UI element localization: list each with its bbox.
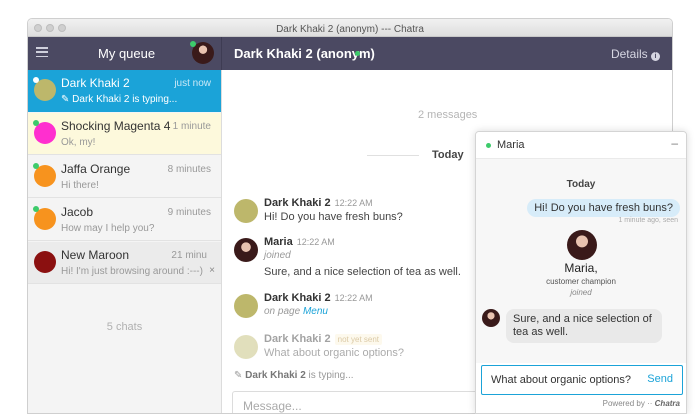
chat-name: Jacob — [61, 205, 94, 219]
chat-widget: Maria – Today Hi! Do you have fresh buns… — [475, 131, 687, 414]
chat-name: New Maroon — [61, 248, 130, 262]
online-dot — [33, 120, 39, 126]
widget-header: Maria – — [476, 132, 686, 159]
chat-preview: Ok, my! — [61, 137, 96, 148]
close-chat-icon[interactable]: × — [209, 265, 215, 276]
chat-list-item[interactable]: Dark Khaki 2 just now ✎ Dark Khaki 2 is … — [28, 70, 221, 112]
chat-time: 9 minutes — [167, 207, 211, 218]
typing-indicator: ✎ Dark Khaki 2 is typing... — [234, 370, 354, 381]
title-bar: Dark Khaki 2 (anonym) --- Chatra — [28, 19, 672, 37]
message-count: 2 messages — [418, 109, 478, 121]
chat-preview: How may I help you? — [61, 223, 155, 234]
window-title: Dark Khaki 2 (anonym) --- Chatra — [276, 24, 424, 35]
widget-input-value: What about organic options? — [491, 374, 632, 386]
visitor-avatar — [34, 251, 56, 273]
details-button[interactable]: Details i — [611, 47, 660, 61]
system-note: joined — [264, 250, 291, 261]
today-separator: Today — [432, 149, 464, 161]
agent-message-bubble: Sure, and a nice selection of tea as wel… — [506, 309, 662, 343]
agent-joined-note: joined — [570, 288, 592, 297]
visitor-online-dot — [355, 51, 360, 56]
online-dot — [33, 206, 39, 212]
agent-avatar — [567, 230, 597, 260]
close-window-button[interactable] — [34, 24, 42, 32]
agent-role: customer champion — [546, 277, 616, 286]
divider — [367, 155, 419, 156]
info-icon: i — [651, 52, 660, 61]
queue-title: My queue — [98, 46, 156, 61]
menu-icon[interactable] — [36, 47, 48, 58]
visitor-message-bubble: Hi! Do you have fresh buns? — [527, 199, 680, 217]
page-visit-note: on page Menu — [264, 306, 328, 317]
visitor-avatar — [234, 199, 258, 223]
agent-name: Maria, — [564, 261, 598, 275]
message-input[interactable]: Message... — [232, 391, 482, 413]
message-author: Dark Khaki 2 12:22 AM — [264, 292, 373, 304]
queue-header: My queue — [28, 37, 222, 70]
agent-online-dot — [486, 143, 491, 148]
chat-time: just now — [174, 78, 211, 89]
minimize-widget-button[interactable]: – — [671, 136, 678, 150]
widget-message-input[interactable]: What about organic options? Send — [481, 365, 683, 395]
chat-preview: ✎ Dark Khaki 2 is typing... — [61, 94, 178, 105]
app-header: My queue Dark Khaki 2 (anonym) Details i — [28, 37, 672, 70]
chat-preview: Hi! I'm just browsing around :---) — [61, 266, 203, 277]
today-separator: Today — [566, 179, 596, 190]
online-dot — [33, 77, 39, 83]
zoom-window-button[interactable] — [58, 24, 66, 32]
chat-time: 21 minu — [171, 250, 207, 261]
message-author: Dark Khaki 2 12:22 AM — [264, 197, 373, 209]
chat-title: Dark Khaki 2 (anonym) — [234, 46, 375, 61]
details-label: Details — [610, 47, 648, 61]
message-text: Hi! Do you have fresh buns? — [264, 211, 403, 223]
message-author: Maria 12:22 AM — [264, 236, 335, 248]
chat-time: 8 minutes — [167, 164, 211, 175]
minimize-window-button[interactable] — [46, 24, 54, 32]
visitor-avatar — [234, 294, 258, 318]
chat-name: Dark Khaki 2 — [61, 76, 130, 90]
online-dot — [33, 163, 39, 169]
send-button[interactable]: Send — [647, 373, 673, 385]
chat-time: 1 minute — [172, 121, 211, 132]
powered-by: Powered by ·· Chatra — [602, 399, 680, 408]
message-author: Dark Khaki 2 not yet sent — [264, 333, 383, 345]
chat-preview: Hi there! — [61, 180, 99, 191]
agent-avatar-small — [482, 309, 500, 327]
chat-list-item[interactable]: Jacob 9 minutes How may I help you? — [28, 199, 221, 241]
message-text: What about organic options? — [264, 347, 405, 359]
chat-list-item[interactable]: Shocking Magenta 4 1 minute Ok, my! — [28, 113, 221, 155]
message-text: Sure, and a nice selection of tea as wel… — [264, 266, 461, 278]
visitor-avatar — [234, 335, 258, 359]
online-status-dot — [190, 41, 196, 47]
chats-count: 5 chats — [106, 321, 143, 333]
chat-list-item[interactable]: New Maroon 21 minu Hi! I'm just browsing… — [28, 242, 221, 284]
page-link[interactable]: Menu — [303, 306, 328, 317]
chat-name: Jaffa Orange — [61, 162, 131, 176]
chat-list-item[interactable]: Jaffa Orange 8 minutes Hi there! — [28, 156, 221, 198]
message-meta: 1 minute ago, seen — [618, 217, 678, 224]
agent-avatar — [234, 238, 258, 262]
chat-name: Shocking Magenta 4 — [61, 119, 171, 133]
widget-agent-name: Maria — [497, 139, 525, 151]
not-sent-badge: not yet sent — [334, 334, 383, 345]
chat-list-sidebar: Dark Khaki 2 just now ✎ Dark Khaki 2 is … — [28, 70, 222, 413]
widget-messages: Today Hi! Do you have fresh buns? 1 minu… — [476, 159, 686, 363]
